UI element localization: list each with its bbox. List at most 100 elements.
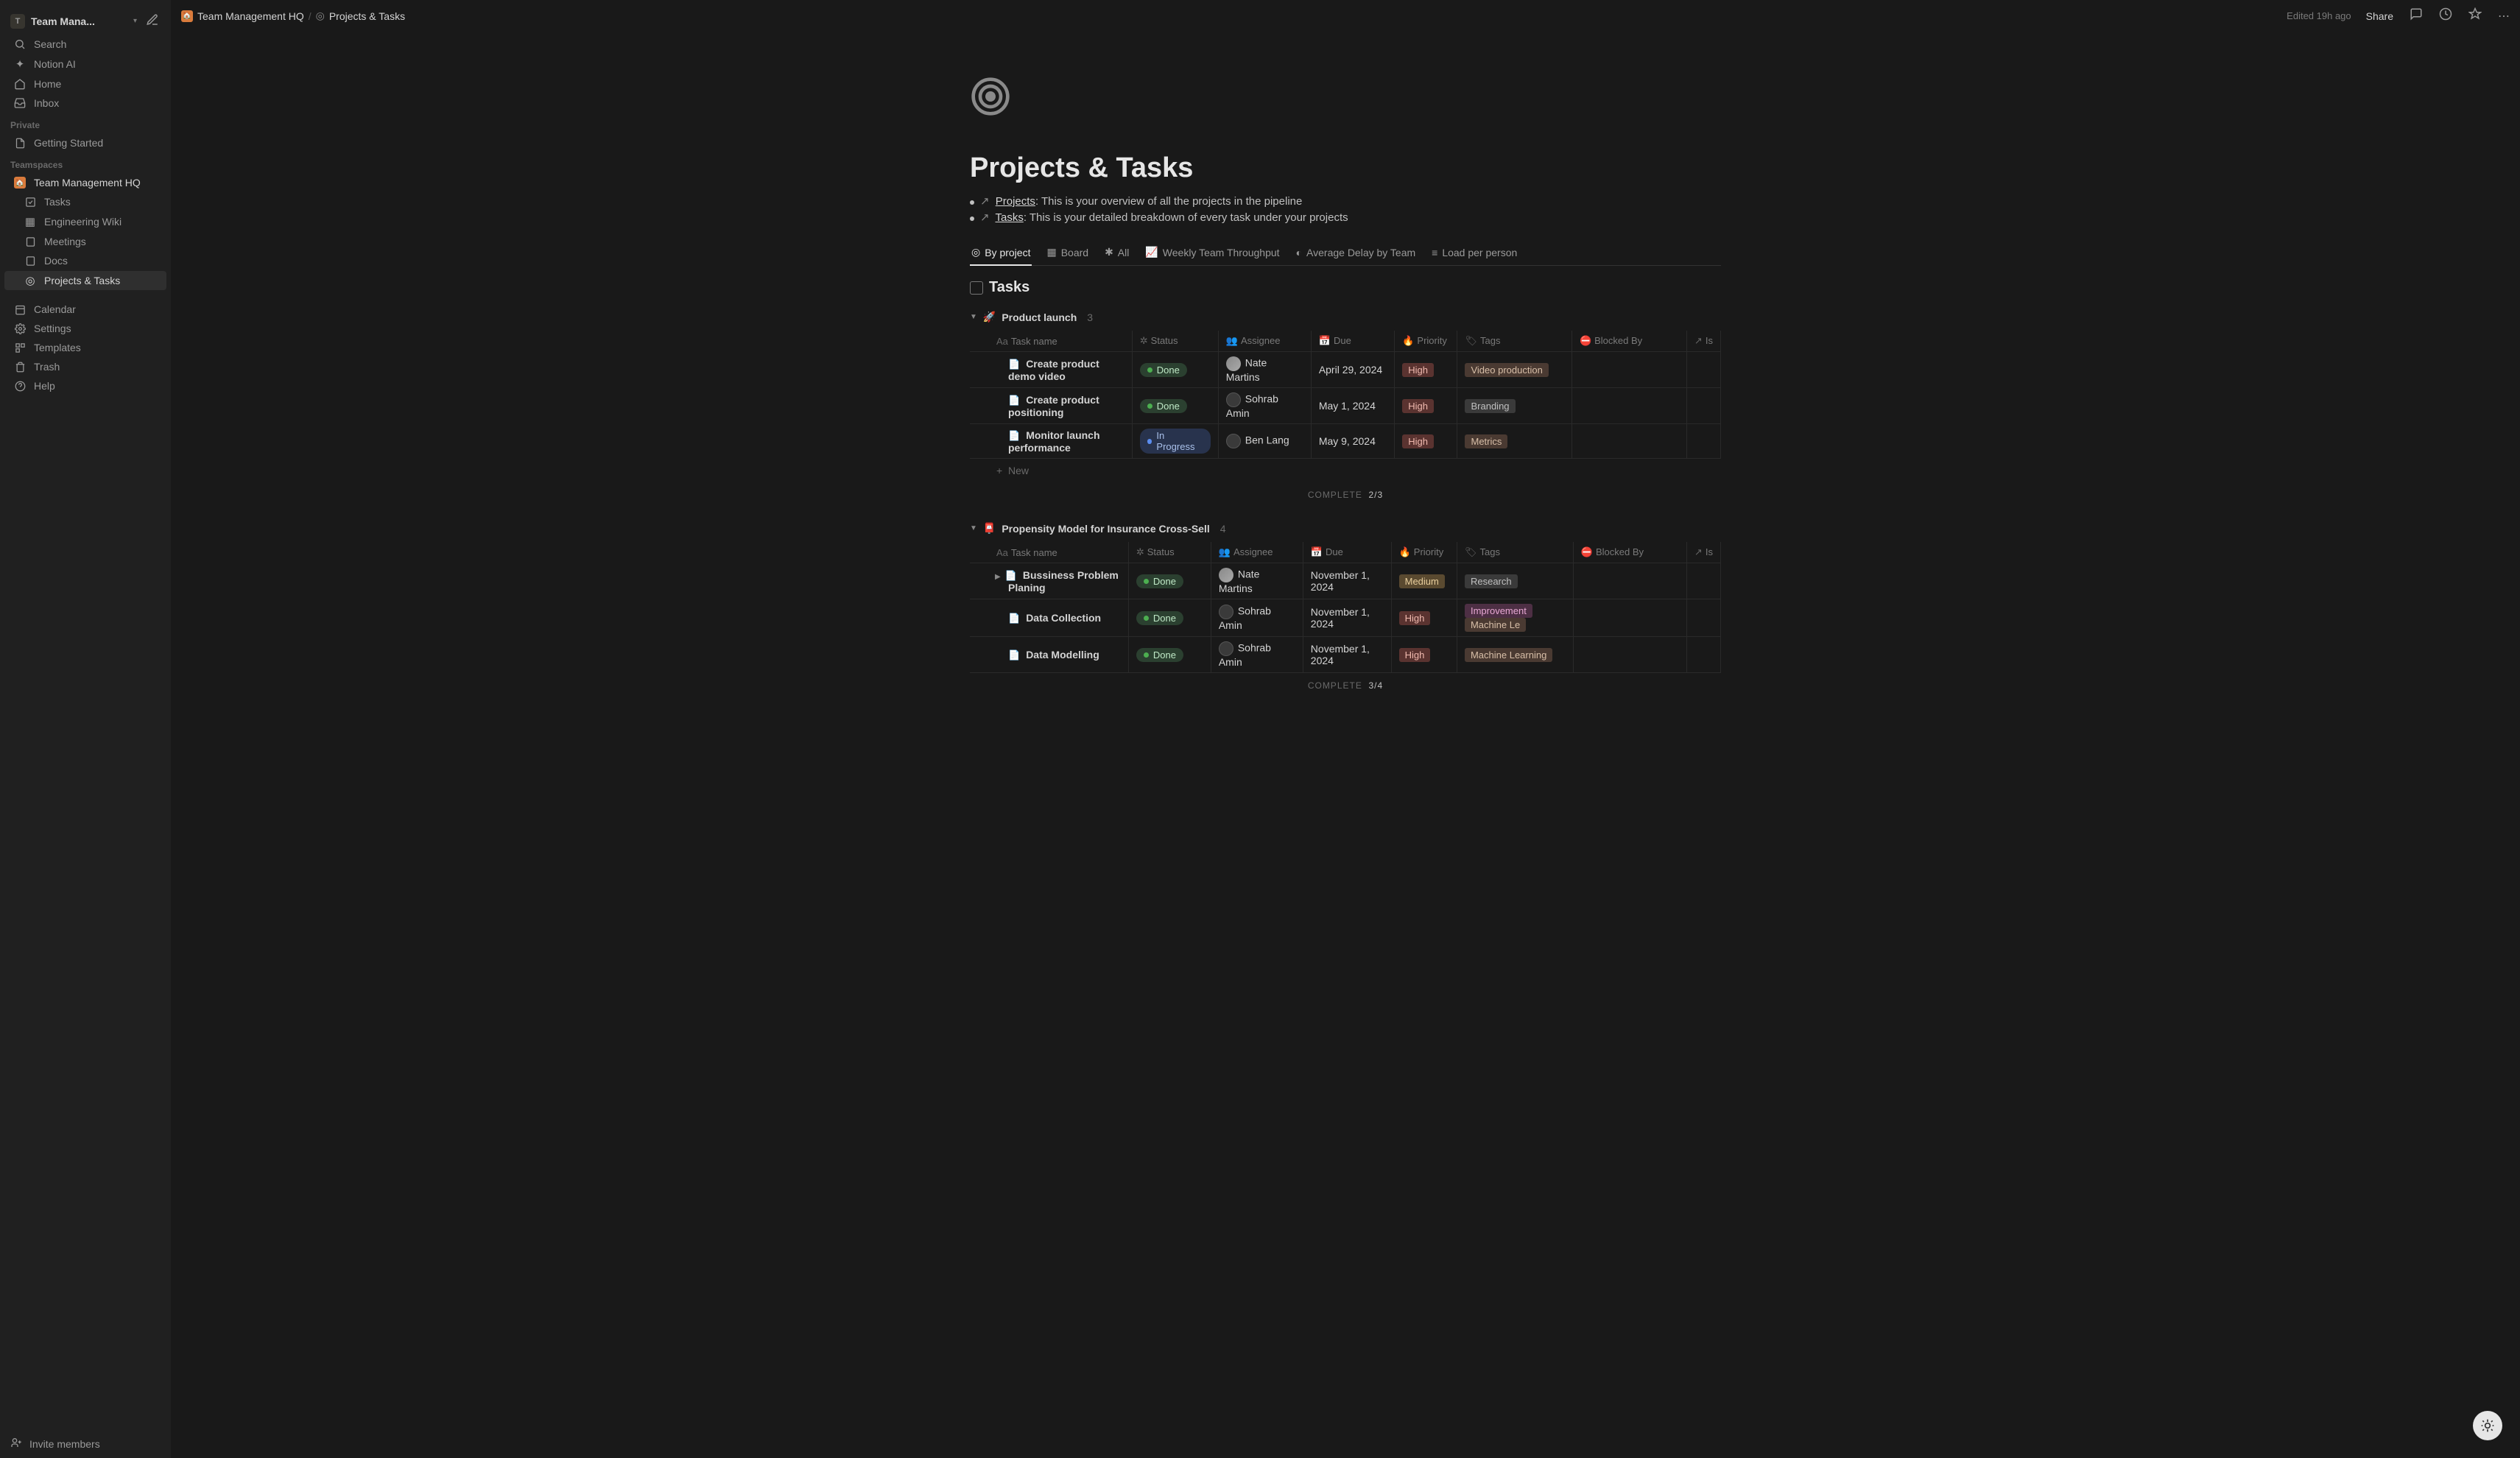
col-task-name[interactable]: AaTask name (970, 542, 1128, 563)
col-blocked[interactable]: ⛔Blocked By (1572, 331, 1686, 352)
cell-priority[interactable]: High (1391, 637, 1457, 673)
cell-priority[interactable]: High (1395, 388, 1457, 424)
cell-due[interactable]: November 1, 2024 (1303, 637, 1391, 673)
cell-status[interactable]: Done (1132, 388, 1218, 424)
col-assignee[interactable]: 👥Assignee (1218, 331, 1311, 352)
cell-assignee[interactable]: Nate Martins (1211, 563, 1303, 599)
col-due[interactable]: 📅Due (1311, 331, 1394, 352)
sidebar-item-docs[interactable]: Docs (4, 252, 166, 270)
col-assignee[interactable]: 👥Assignee (1211, 542, 1303, 563)
cell-tags[interactable]: ImprovementMachine Le (1457, 599, 1573, 637)
database-title[interactable]: Tasks (970, 279, 1721, 296)
notion-ai-nav[interactable]: ✦ Notion AI (4, 54, 166, 74)
cell-status[interactable]: Done (1128, 563, 1211, 599)
cell-assignee[interactable]: Nate Martins (1218, 352, 1311, 388)
cell-priority[interactable]: Medium (1391, 563, 1457, 599)
cell-blocked[interactable] (1573, 637, 1686, 673)
table-row[interactable]: 📄Data CollectionDoneSohrab AminNovember … (970, 599, 1721, 637)
col-tags[interactable]: 🏷Tags (1457, 542, 1573, 563)
cell-tags[interactable]: Video production (1457, 352, 1572, 388)
workspace-switcher[interactable]: T Team Mana... ▾ (0, 7, 171, 35)
tag[interactable]: Video production (1465, 363, 1548, 377)
cell-priority[interactable]: High (1395, 424, 1457, 459)
compose-icon[interactable] (143, 10, 162, 32)
star-icon[interactable] (2468, 7, 2482, 24)
breadcrumb-root[interactable]: 🏠 Team Management HQ (181, 10, 304, 22)
col-due[interactable]: 📅Due (1303, 542, 1391, 563)
comments-icon[interactable] (2410, 7, 2423, 24)
cell-assignee[interactable]: Ben Lang (1218, 424, 1311, 459)
triangle-right-icon[interactable]: ▶ (995, 573, 1001, 581)
col-is[interactable]: ↗Is (1686, 542, 1720, 563)
tab-weekly-team-throughput[interactable]: 📈Weekly Team Throughput (1144, 240, 1281, 266)
cell-due[interactable]: November 1, 2024 (1303, 563, 1391, 599)
templates-nav[interactable]: Templates (4, 339, 166, 356)
inbox-nav[interactable]: Inbox (4, 94, 166, 112)
tag[interactable]: Machine Learning (1465, 648, 1552, 662)
tag[interactable]: Machine Le (1465, 618, 1526, 632)
cell-assignee[interactable]: Sohrab Amin (1211, 637, 1303, 673)
col-status[interactable]: ✲Status (1128, 542, 1211, 563)
cell-status[interactable]: In Progress (1132, 424, 1218, 459)
cell-name[interactable]: 📄Create product positioning (970, 388, 1132, 424)
invite-members[interactable]: Invite members (0, 1429, 171, 1458)
cell-name[interactable]: ▶📄Bussiness Problem Planing (970, 563, 1128, 599)
new-row-button[interactable]: + New (970, 459, 1721, 482)
cell-name[interactable]: 📄Data Collection (970, 599, 1128, 637)
tasks-link[interactable]: Tasks (995, 211, 1023, 224)
cell-priority[interactable]: High (1391, 599, 1457, 637)
clock-icon[interactable] (2439, 7, 2452, 24)
help-nav[interactable]: Help (4, 377, 166, 395)
table-row[interactable]: 📄Create product demo videoDoneNate Marti… (970, 352, 1721, 388)
cell-is[interactable] (1686, 352, 1720, 388)
col-priority[interactable]: 🔥Priority (1391, 542, 1457, 563)
teamspace-hq[interactable]: 🏠 Team Management HQ (4, 174, 166, 191)
tag[interactable]: Metrics (1465, 434, 1507, 448)
cell-is[interactable] (1686, 599, 1720, 637)
page-icon-large[interactable] (970, 76, 1721, 126)
cell-assignee[interactable]: Sohrab Amin (1211, 599, 1303, 637)
col-priority[interactable]: 🔥Priority (1395, 331, 1457, 352)
cell-tags[interactable]: Metrics (1457, 424, 1572, 459)
cell-priority[interactable]: High (1395, 352, 1457, 388)
sidebar-item-meetings[interactable]: Meetings (4, 233, 166, 250)
cell-tags[interactable]: Branding (1457, 388, 1572, 424)
group-header[interactable]: ▼🚀Product launch3 (970, 308, 1721, 326)
cell-due[interactable]: May 1, 2024 (1311, 388, 1394, 424)
cell-status[interactable]: Done (1128, 599, 1211, 637)
search-nav[interactable]: Search (4, 35, 166, 53)
cell-status[interactable]: Done (1132, 352, 1218, 388)
cell-assignee[interactable]: Sohrab Amin (1218, 388, 1311, 424)
tab-all[interactable]: ✱All (1103, 240, 1130, 266)
col-tags[interactable]: 🏷Tags (1457, 331, 1572, 352)
cell-name[interactable]: 📄Data Modelling (970, 637, 1128, 673)
page-title[interactable]: Projects & Tasks (970, 152, 1721, 184)
sidebar-item-tasks[interactable]: Tasks (4, 193, 166, 211)
cell-due[interactable]: November 1, 2024 (1303, 599, 1391, 637)
ai-fab[interactable] (2473, 1411, 2502, 1440)
col-status[interactable]: ✲Status (1132, 331, 1218, 352)
cell-tags[interactable]: Machine Learning (1457, 637, 1573, 673)
cell-is[interactable] (1686, 563, 1720, 599)
tab-average-delay-by-team[interactable]: ◐Average Delay by Team (1295, 240, 1418, 266)
trash-nav[interactable]: Trash (4, 358, 166, 376)
cell-blocked[interactable] (1572, 352, 1686, 388)
cell-name[interactable]: 📄Create product demo video (970, 352, 1132, 388)
sidebar-item-projects-tasks[interactable]: ◎ Projects & Tasks (4, 271, 166, 290)
home-nav[interactable]: Home (4, 75, 166, 93)
cell-blocked[interactable] (1573, 599, 1686, 637)
cell-due[interactable]: April 29, 2024 (1311, 352, 1394, 388)
cell-blocked[interactable] (1573, 563, 1686, 599)
cell-due[interactable]: May 9, 2024 (1311, 424, 1394, 459)
tab-by-project[interactable]: ◎By project (970, 240, 1032, 266)
getting-started-page[interactable]: Getting Started (4, 134, 166, 152)
cell-is[interactable] (1686, 424, 1720, 459)
cell-blocked[interactable] (1572, 388, 1686, 424)
table-row[interactable]: ▶📄Bussiness Problem PlaningDoneNate Mart… (970, 563, 1721, 599)
tab-load-per-person[interactable]: ≡Load per person (1430, 240, 1518, 266)
tag[interactable]: Research (1465, 574, 1518, 588)
cell-name[interactable]: 📄Monitor launch performance (970, 424, 1132, 459)
col-is[interactable]: ↗Is (1686, 331, 1720, 352)
projects-link[interactable]: Projects (996, 195, 1035, 208)
table-row[interactable]: 📄Data ModellingDoneSohrab AminNovember 1… (970, 637, 1721, 673)
